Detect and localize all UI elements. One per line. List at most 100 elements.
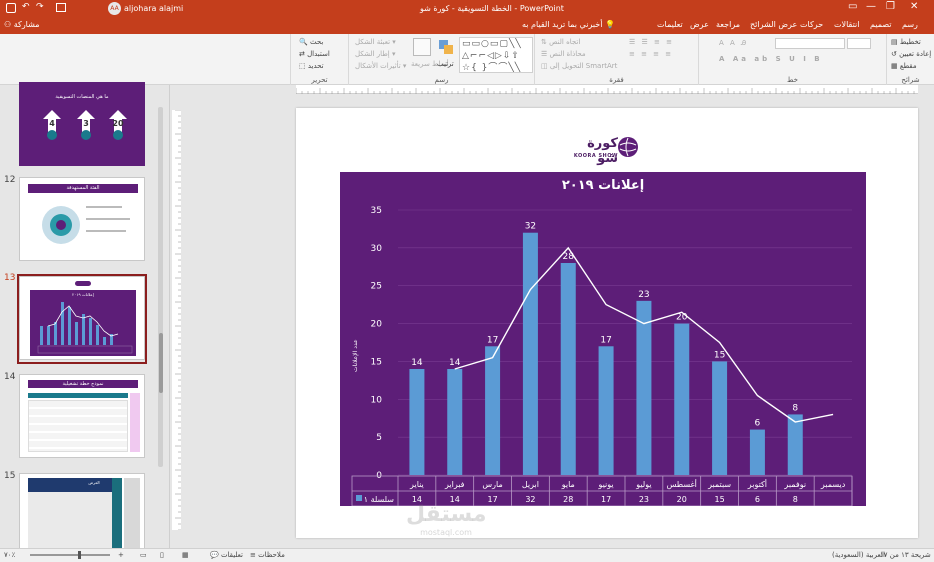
group-font: A A Ꭿ A Aa ab S U I B خط (698, 34, 886, 85)
chart-x-tick-label: فبراير (444, 480, 465, 489)
shape-outline-button[interactable]: إطار الشكل ▾ (355, 50, 396, 58)
select-button[interactable]: ⬚ تحديد (299, 62, 324, 70)
chart-bar (749, 429, 765, 475)
arrange-icon[interactable] (439, 40, 453, 54)
zoom-slider-thumb[interactable] (78, 551, 81, 559)
slide-thumb-12[interactable]: الفئة المستهدفة (19, 177, 145, 261)
shape-fill-button[interactable]: تعبئة الشكل ▾ (355, 38, 396, 46)
thumbnail-scrollbar[interactable] (158, 107, 163, 467)
arrange-label[interactable]: ترتيب (437, 60, 454, 68)
minimize-icon[interactable]: — (866, 1, 876, 12)
save-icon[interactable] (6, 3, 16, 13)
smartart-label: التحويل إلى SmartArt (549, 62, 618, 70)
group-slides: ▤ تخطيط ↺ إعادة تعيين ▦ مقطع شرائح (886, 34, 934, 85)
slide-thumb-14[interactable]: نموذج خطة تشغيلية (19, 374, 145, 458)
thumb-15-side-bar (112, 478, 122, 548)
zoom-slider[interactable] (30, 551, 110, 559)
section-label: مقطع (899, 62, 917, 70)
tab-slideshow[interactable]: عرض الشرائح (750, 20, 797, 29)
chart-x-tick-label: أكتوبر (747, 479, 767, 489)
thumb-12-circle-inner (56, 220, 66, 230)
section-button[interactable]: ▦ مقطع (891, 62, 917, 70)
tab-transitions[interactable]: انتقالات (834, 20, 859, 29)
shape-effects-button[interactable]: تأثيرات الأشكال ▾ (355, 62, 406, 70)
chart-y-tick-label: 5 (376, 433, 382, 443)
ribbon-display-icon[interactable]: ▭ (848, 1, 857, 12)
smartart-button[interactable]: ◫ التحويل إلى SmartArt (541, 62, 617, 70)
slide-number-14: 14 (4, 372, 16, 382)
document-title: الخطة التسويقية - كورة شو - PowerPoint (420, 4, 564, 13)
chart-legend-swatch (356, 495, 362, 501)
group-editing-label: تحرير (311, 76, 328, 84)
ribbon-tabs: ⚇ مشاركة أخبرني بما تريد القيام به 💡 تعل… (0, 17, 934, 34)
view-sorter-icon[interactable]: ▦ (182, 551, 189, 559)
chart-bar (636, 300, 652, 475)
chart-y-tick-label: 15 (371, 357, 382, 367)
tab-animations[interactable]: حركات (800, 20, 823, 29)
text-direction-button[interactable]: ⇅ اتجاه النص (541, 38, 580, 46)
font-size-buttons[interactable]: A A Ꭿ (719, 39, 748, 48)
slide-thumbnails-pane: ما هي المنصات التسويقية 4 3 20 12 الفئة … (0, 82, 170, 557)
restore-icon[interactable]: ❐ (886, 1, 895, 12)
language-indicator[interactable]: العربية (السعودية) (832, 551, 885, 559)
close-icon[interactable]: ✕ (910, 1, 918, 12)
group-paragraph: ⇅ اتجاه النص ☰ محاذاة النص ◫ التحويل إلى… (534, 34, 698, 85)
comments-button[interactable]: 💬 تعليقات (210, 551, 243, 559)
share-button[interactable]: ⚇ مشاركة (4, 20, 40, 29)
chart[interactable]: إعلانات ٢٠١٩ عدد الإعلانات 0 5 10 15 20 25 30 3… (340, 172, 866, 506)
chart-data-table-value: 6 (755, 495, 760, 504)
find-button[interactable]: 🔍 بحث (299, 38, 323, 46)
thumbnail-scrollbar-thumb[interactable] (159, 333, 163, 393)
tab-help[interactable]: تعليمات (657, 20, 683, 29)
avatar[interactable]: AA (108, 2, 121, 15)
present-icon[interactable] (56, 3, 66, 12)
shapes-gallery[interactable]: ▭▭○▭▢╲╲ △⌐⌐◁▷⇩⇧ ☆{ }⌒⌒╲╲ (459, 37, 533, 73)
slide-thumb-15[interactable]: العرض (19, 473, 145, 557)
font-format-buttons[interactable]: A Aa ab S U I B (719, 55, 823, 63)
zoom-in-button[interactable]: + (118, 551, 124, 559)
font-name-box[interactable] (775, 38, 845, 49)
slide-thumb-11[interactable]: ما هي المنصات التسويقية 4 3 20 (19, 82, 145, 166)
chart-data-table-value: 15 (714, 495, 724, 504)
chart-x-tick-label: مايو (561, 480, 575, 489)
align-text-button[interactable]: ☰ محاذاة النص (541, 50, 586, 58)
align-buttons[interactable]: ≡ ≡ ≡ ≡ (629, 50, 673, 58)
chart-bar (598, 346, 614, 475)
redo-icon[interactable]: ↷ (36, 2, 44, 12)
list-buttons[interactable]: ☰ ☰ ≡ ≡ (629, 38, 674, 46)
user-name[interactable]: aljohara alajmi (124, 4, 183, 13)
chart-data-label: 8 (792, 403, 798, 413)
chart-bar (485, 346, 501, 475)
thumb-11-value-3: 20 (112, 119, 124, 128)
align-text-label: محاذاة النص (549, 50, 586, 58)
status-bar: ٧٠٪ + ▭ ▯ ▦ 💬 تعليقات ≡ ملاحظات العربية … (0, 548, 934, 562)
tab-review[interactable]: مراجعة (716, 20, 740, 29)
undo-icon[interactable]: ↶ (22, 2, 30, 12)
replace-button[interactable]: ⇄ استبدال (299, 50, 330, 58)
shape-fill-label: تعبئة الشكل (355, 38, 391, 46)
layout-button[interactable]: ▤ تخطيط (891, 38, 921, 46)
notes-button[interactable]: ≡ ملاحظات (250, 551, 285, 559)
font-size-box[interactable] (847, 38, 871, 49)
app-name: PowerPoint (519, 4, 564, 13)
slide-number-13: 13 (4, 273, 16, 283)
chart-data-table-value: 17 (601, 495, 611, 504)
quick-styles-icon[interactable] (413, 38, 431, 56)
view-reading-icon[interactable]: ▯ (160, 551, 164, 559)
slide-thumb-13[interactable]: إعلانات ٢٠١٩ (19, 276, 145, 360)
select-label: تحديد (307, 62, 324, 70)
chart-y-tick-label: 20 (371, 320, 383, 330)
tab-view[interactable]: عرض (690, 20, 709, 29)
zoom-percent[interactable]: ٧٠٪ (4, 551, 15, 559)
tell-me-box[interactable]: أخبرني بما تريد القيام به 💡 (522, 20, 615, 29)
title-bar: ↶ ↷ AA aljohara alajmi الخطة التسويقية -… (0, 0, 934, 17)
ribbon: 🔍 بحث ⇄ استبدال ⬚ تحديد تحرير تعبئة الشك… (0, 34, 934, 85)
reset-button[interactable]: ↺ إعادة تعيين (891, 50, 931, 58)
slide-canvas[interactable]: كورة شو KOORA SHOW إعلانات ٢٠١٩ عدد الإع… (296, 108, 918, 538)
watermark-latin: mostaql.com (420, 528, 472, 537)
view-slideshow-icon[interactable]: ▭ (140, 551, 147, 559)
chart-data-table-value: 20 (677, 495, 687, 504)
chart-x-tick-label: مارس (482, 480, 502, 489)
tab-draw[interactable]: رسم (902, 20, 918, 29)
tab-design[interactable]: تصميم (870, 20, 892, 29)
